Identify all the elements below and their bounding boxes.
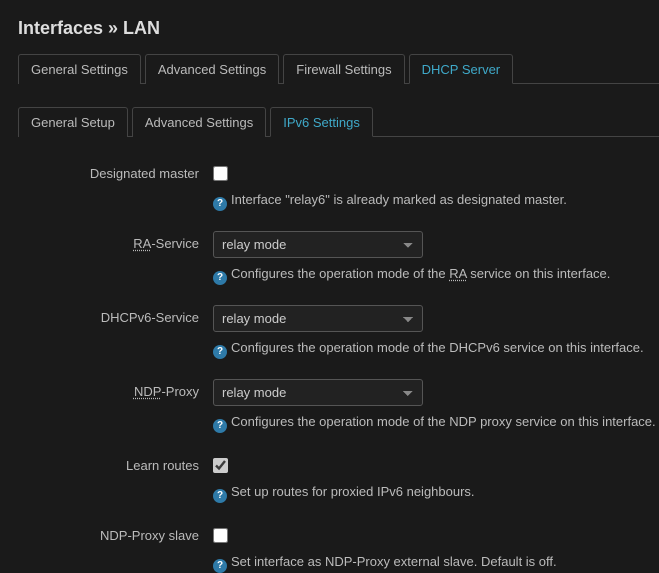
info-icon: ? (213, 419, 227, 433)
checkbox-learn-routes[interactable] (213, 458, 228, 473)
hint-text-ndp: Configures the operation mode of the NDP… (231, 414, 656, 429)
label-ndp-proxy: NDP-Proxy (18, 379, 213, 399)
hint-text-ndp-slave: Set interface as NDP-Proxy external slav… (231, 554, 557, 569)
hint-learn-routes: ? Set up routes for proxied IPv6 neighbou… (213, 484, 659, 503)
select-ndp-proxy[interactable]: relay mode (213, 379, 423, 406)
select-ra-service[interactable]: relay mode (213, 231, 423, 258)
hint-ra-service: ? Configures the operation mode of the RA… (213, 266, 659, 285)
tab-general-settings[interactable]: General Settings (18, 54, 141, 84)
info-icon: ? (213, 345, 227, 359)
label-designated-master: Designated master (18, 161, 213, 181)
secondary-tabbar: General Setup Advanced Settings IPv6 Set… (18, 106, 659, 137)
hint-ra-pre: Configures the operation mode of the (231, 266, 449, 281)
info-icon: ? (213, 271, 227, 285)
checkbox-designated-master[interactable] (213, 166, 228, 181)
row-ndp-proxy-slave: NDP-Proxy slave ? Set interface as NDP-Pr… (18, 523, 659, 573)
row-designated-master: Designated master ? Interface "relay6" is… (18, 161, 659, 211)
info-icon: ? (213, 489, 227, 503)
label-ndp-proxy-slave: NDP-Proxy slave (18, 523, 213, 543)
abbr-ra: RA (133, 236, 151, 251)
tab-firewall-settings[interactable]: Firewall Settings (283, 54, 404, 84)
hint-dhcpv6-service: ? Configures the operation mode of the DH… (213, 340, 659, 359)
label-learn-routes: Learn routes (18, 453, 213, 473)
subtab-advanced-settings[interactable]: Advanced Settings (132, 107, 266, 137)
row-ra-service: RA-Service relay mode ?Configures the op… (18, 231, 659, 285)
page-title: Interfaces » LAN (18, 18, 659, 39)
form-area: Designated master ? Interface "relay6" is… (18, 161, 659, 573)
hint-ra-abbr: RA (449, 266, 466, 281)
subtab-general-setup[interactable]: General Setup (18, 107, 128, 137)
subtab-ipv6-settings[interactable]: IPv6 Settings (270, 107, 373, 137)
hint-designated-master: ? Interface "relay6" is already marked as… (213, 192, 659, 211)
select-dhcpv6-service[interactable]: relay mode (213, 305, 423, 332)
label-ndp-post: -Proxy (161, 384, 199, 399)
label-ra-post: -Service (151, 236, 199, 251)
hint-ra-post: service on this interface. (467, 266, 611, 281)
info-icon: ? (213, 559, 227, 573)
row-ndp-proxy: NDP-Proxy relay mode ? Configures the ope… (18, 379, 659, 433)
info-icon: ? (213, 197, 227, 211)
tab-dhcp-server[interactable]: DHCP Server (409, 54, 514, 84)
label-ra-service: RA-Service (18, 231, 213, 251)
hint-text-designated-master: Interface "relay6" is already marked as … (231, 192, 567, 207)
label-dhcpv6-service: DHCPv6-Service (18, 305, 213, 325)
hint-text-dhcpv6: Configures the operation mode of the DHC… (231, 340, 644, 355)
primary-tabbar: General Settings Advanced Settings Firew… (18, 53, 659, 84)
row-dhcpv6-service: DHCPv6-Service relay mode ? Configures th… (18, 305, 659, 359)
abbr-ndp: NDP (134, 384, 161, 399)
hint-text-learn-routes: Set up routes for proxied IPv6 neighbour… (231, 484, 475, 499)
hint-ndp-proxy-slave: ? Set interface as NDP-Proxy external sla… (213, 554, 659, 573)
tab-advanced-settings[interactable]: Advanced Settings (145, 54, 279, 84)
checkbox-ndp-proxy-slave[interactable] (213, 528, 228, 543)
row-learn-routes: Learn routes ? Set up routes for proxied … (18, 453, 659, 503)
hint-ndp-proxy: ? Configures the operation mode of the ND… (213, 414, 659, 433)
